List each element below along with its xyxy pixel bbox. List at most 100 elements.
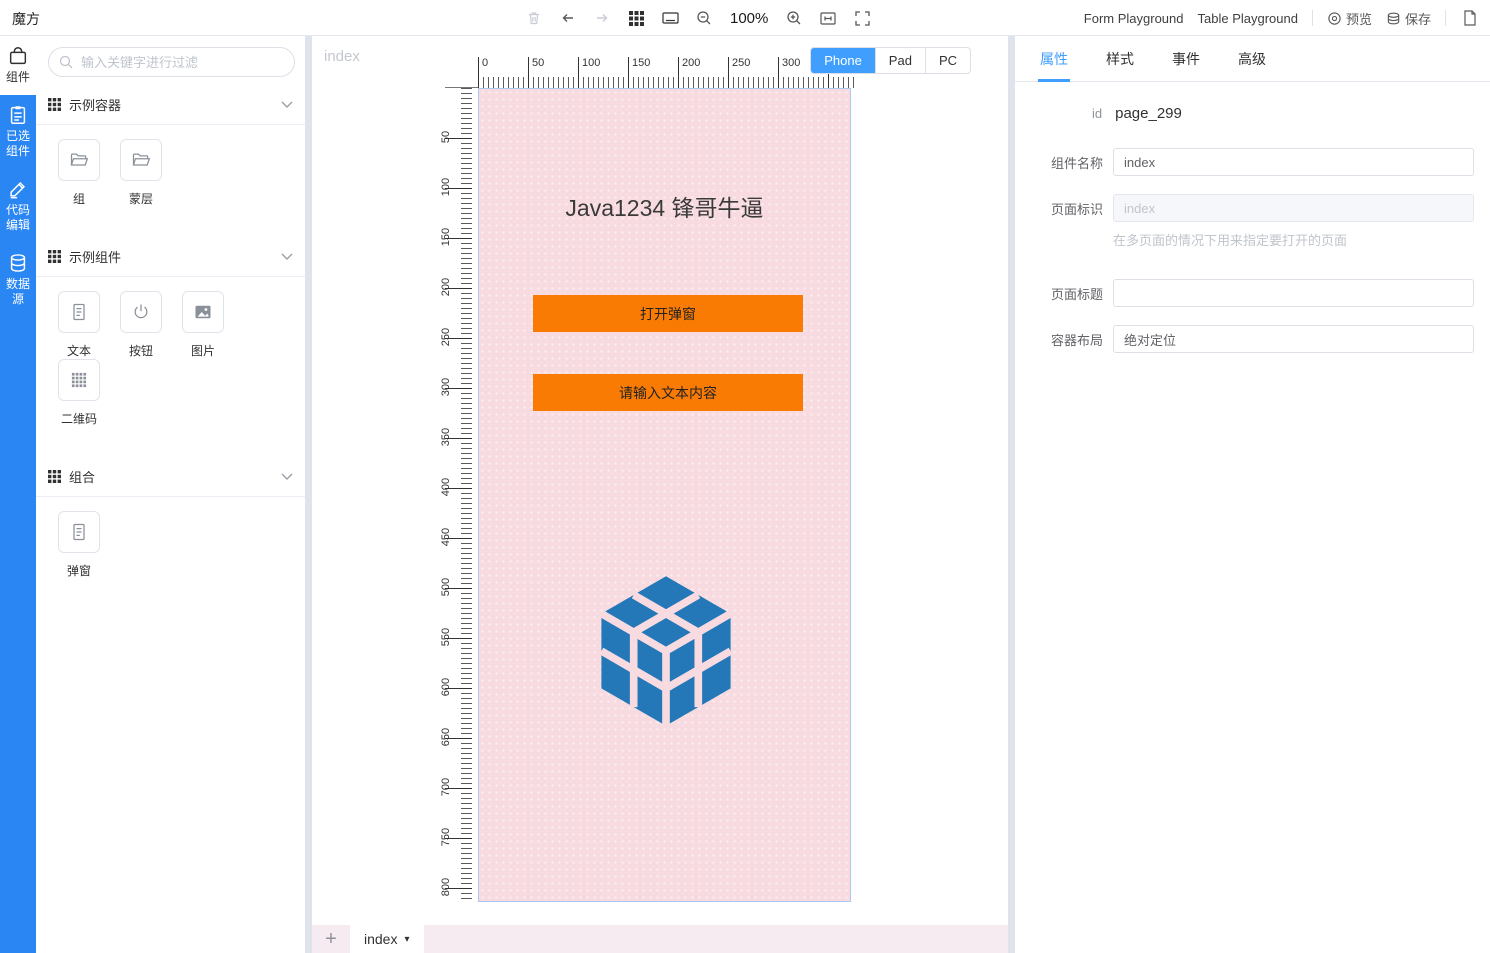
ruler-label: 250	[732, 57, 750, 69]
ruler-label: 300	[782, 57, 800, 69]
canvas-text-input-component[interactable]: 请输入文本内容	[533, 374, 803, 411]
container-layout-input[interactable]	[1113, 325, 1474, 353]
ruler-tick: 100	[445, 188, 472, 189]
tab-style[interactable]: 样式	[1106, 49, 1134, 81]
vertical-ruler: 5010015020025030035040045050055060065070…	[442, 88, 478, 900]
horizontal-ruler: 050100150200250300350	[478, 55, 858, 88]
id-value: page_299	[1115, 105, 1182, 122]
search-icon	[59, 55, 73, 69]
device-tab-pad[interactable]: Pad	[875, 48, 925, 73]
cube-logo	[581, 557, 751, 745]
canvas-text-component[interactable]: Java1234 锋哥牛逼	[479, 189, 850, 223]
save-button[interactable]: 保存	[1386, 9, 1431, 28]
component-item[interactable]: 按钮	[120, 291, 182, 359]
ruler-label: 500	[440, 572, 452, 602]
ruler-tick: 800	[445, 888, 472, 889]
design-canvas[interactable]: Java1234 锋哥牛逼 打开弹窗 请输入文本内容	[478, 88, 851, 902]
grid-icon	[48, 250, 61, 263]
section-header[interactable]: 组合	[36, 457, 305, 497]
undo-icon[interactable]	[558, 8, 578, 28]
ruler-label: 100	[440, 172, 452, 202]
page-key-hint: 在多页面的情况下用来指定要打开的页面	[1113, 230, 1474, 249]
field-container-layout: 容器布局	[1030, 325, 1474, 353]
component-item[interactable]: 蒙层	[120, 139, 182, 207]
section-items: 弹窗	[36, 497, 305, 601]
component-item[interactable]: 弹窗	[58, 511, 120, 579]
activity-bar: 组件 已选组件 代码编辑 数据源	[0, 36, 36, 953]
clipboard-icon	[7, 104, 29, 126]
section-items: 文本按钮图片二维码	[36, 277, 305, 449]
field-component-name: 组件名称	[1030, 148, 1474, 176]
ruler-tick: 100	[578, 57, 579, 88]
ruler-tick: 300	[445, 388, 472, 389]
preview-icon	[1327, 11, 1342, 26]
device-tab-phone[interactable]: Phone	[811, 48, 875, 73]
component-search[interactable]	[48, 47, 295, 77]
ruler-label: 650	[440, 722, 452, 752]
main-area: 组件 已选组件 代码编辑 数据源 示例容器组蒙层示例组件文本按钮图片二维码组合弹…	[0, 36, 1490, 953]
grid-icon	[48, 470, 61, 483]
qrcode-icon	[69, 370, 89, 390]
tab-properties[interactable]: 属性	[1040, 49, 1068, 81]
grid-toggle-icon[interactable]	[626, 8, 646, 28]
component-item[interactable]: 组	[58, 139, 120, 207]
left-scrollbar[interactable]	[305, 36, 312, 953]
device-tab-pc[interactable]: PC	[925, 48, 970, 73]
ruler-toggle-icon[interactable]	[660, 8, 680, 28]
zoom-in-icon[interactable]	[784, 8, 804, 28]
ruler-label: 250	[440, 322, 452, 352]
canvas-area: index Phone Pad PC 050100150200250300350…	[312, 36, 1008, 953]
table-playground-link[interactable]: Table Playground	[1198, 11, 1298, 26]
ruler-label: 150	[440, 222, 452, 252]
page-tab-index[interactable]: index ▾	[350, 925, 424, 953]
activity-item-code-editor[interactable]: 代码编辑	[0, 169, 36, 243]
divider	[1445, 10, 1446, 26]
ruler-label: 350	[440, 422, 452, 452]
activity-item-components[interactable]: 组件	[0, 36, 36, 95]
activity-item-data-source[interactable]: 数据源	[0, 243, 36, 317]
chevron-down-icon	[281, 253, 293, 260]
component-sections: 示例容器组蒙层示例组件文本按钮图片二维码组合弹窗	[36, 85, 305, 601]
search-input[interactable]	[81, 55, 284, 70]
component-item[interactable]: 文本	[58, 291, 120, 359]
component-item[interactable]: 图片	[182, 291, 244, 359]
bag-icon	[7, 45, 29, 67]
fullscreen-icon[interactable]	[852, 8, 872, 28]
chevron-down-icon	[281, 473, 293, 480]
ruler-tick: 400	[445, 488, 472, 489]
canvas-open-dialog-button[interactable]: 打开弹窗	[533, 295, 803, 332]
ruler-tick: 650	[445, 738, 472, 739]
ruler-tick: 150	[628, 57, 629, 88]
section-header[interactable]: 示例容器	[36, 85, 305, 125]
ruler-tick: 500	[445, 588, 472, 589]
caret-down-icon[interactable]: ▾	[404, 934, 409, 945]
preview-button[interactable]: 预览	[1327, 9, 1372, 28]
right-scrollbar[interactable]	[1008, 36, 1015, 953]
redo-icon[interactable]	[592, 8, 612, 28]
ruler-tick: 750	[445, 838, 472, 839]
device-switcher: Phone Pad PC	[810, 47, 971, 74]
tab-advanced[interactable]: 高级	[1238, 49, 1266, 81]
power-icon	[131, 302, 151, 322]
add-page-button[interactable]: +	[312, 925, 350, 953]
grid-icon	[48, 98, 61, 111]
ruler-label: 200	[682, 57, 700, 69]
component-item[interactable]: 二维码	[58, 359, 120, 427]
page-title-input[interactable]	[1113, 279, 1474, 307]
ruler-label: 100	[582, 57, 600, 69]
zoom-out-icon[interactable]	[694, 8, 714, 28]
form-playground-link[interactable]: Form Playground	[1084, 11, 1184, 26]
tab-events[interactable]: 事件	[1172, 49, 1200, 81]
document-icon[interactable]	[1460, 8, 1480, 28]
inspector-tabs: 属性 样式 事件 高级	[1015, 36, 1490, 82]
zoom-level: 100%	[728, 10, 770, 27]
ruler-tick: 50	[445, 138, 472, 139]
section-header[interactable]: 示例组件	[36, 237, 305, 277]
activity-item-selected-components[interactable]: 已选组件	[0, 95, 36, 169]
ruler-tick: 250	[728, 57, 729, 88]
ruler-label: 0	[482, 57, 488, 69]
delete-icon[interactable]	[524, 8, 544, 28]
fit-canvas-icon[interactable]	[818, 8, 838, 28]
ruler-tick: 200	[445, 288, 472, 289]
component-name-input[interactable]	[1113, 148, 1474, 176]
